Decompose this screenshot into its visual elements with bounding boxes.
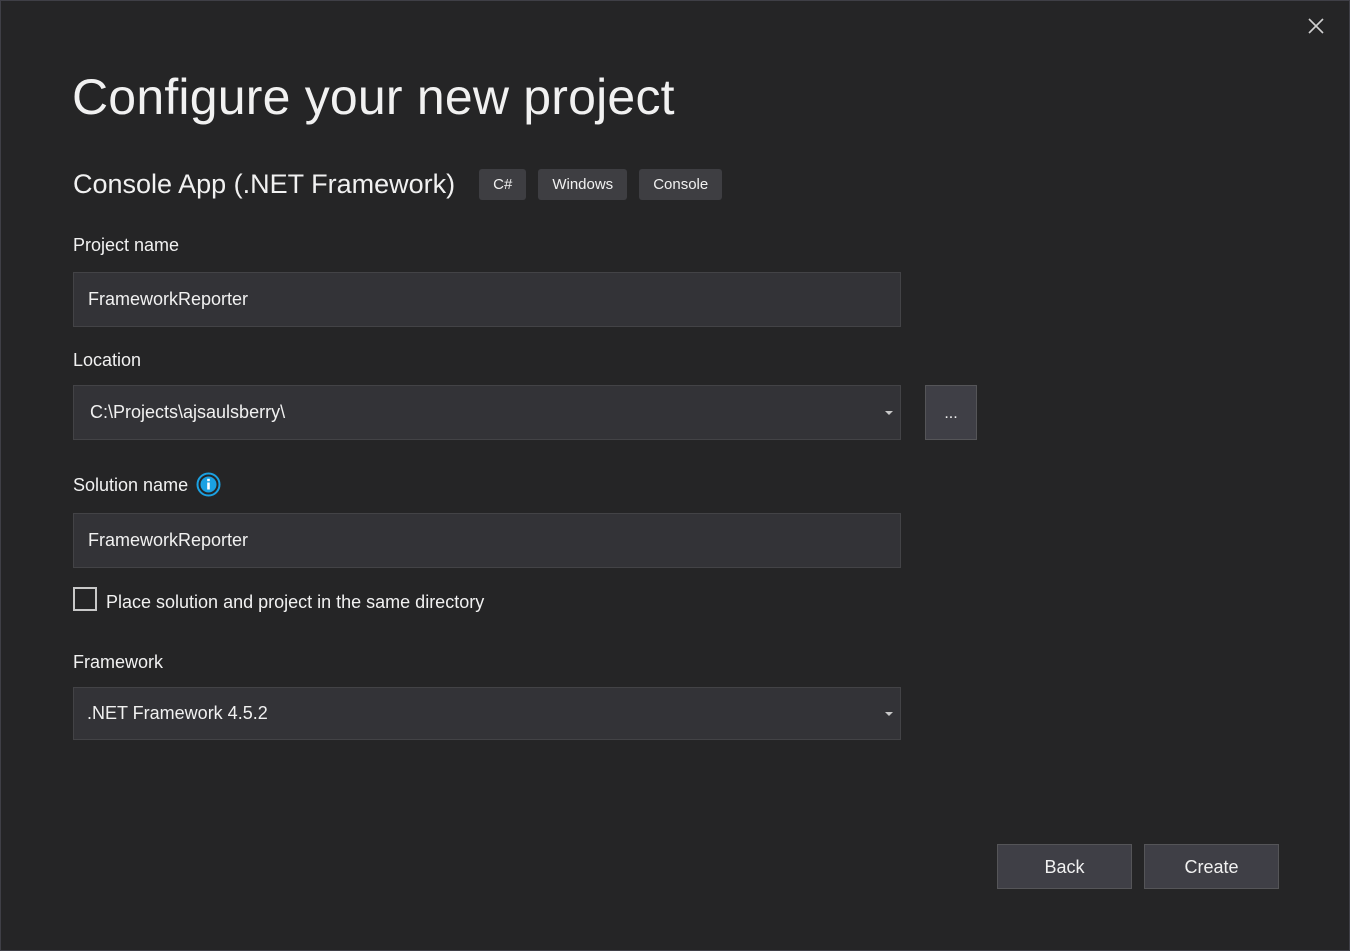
location-value: C:\Projects\ajsaulsberry\ — [90, 402, 286, 422]
framework-label: Framework — [73, 652, 164, 672]
chevron-down-icon — [885, 711, 893, 716]
same-directory-checkbox[interactable] — [73, 587, 97, 611]
back-button[interactable]: Back — [997, 844, 1132, 889]
tag-project-type: Console — [639, 168, 723, 200]
same-directory-label[interactable]: Place solution and project in the same d… — [106, 590, 484, 614]
close-button[interactable] — [1303, 13, 1329, 39]
tag-language: C# — [479, 168, 527, 200]
project-name-label: Project name — [73, 235, 180, 255]
solution-name-input[interactable] — [73, 513, 901, 568]
project-name-input[interactable] — [73, 272, 901, 327]
template-name: Console App (.NET Framework) — [73, 169, 456, 199]
browse-location-button[interactable]: ... — [925, 385, 977, 440]
framework-value: .NET Framework 4.5.2 — [87, 703, 268, 723]
framework-combobox[interactable]: .NET Framework 4.5.2 — [73, 687, 901, 740]
create-button[interactable]: Create — [1144, 844, 1279, 889]
solution-name-label: Solution name — [73, 475, 189, 495]
page-title: Configure your new project — [72, 69, 675, 125]
chevron-down-icon — [885, 410, 893, 415]
tag-platform: Windows — [538, 168, 628, 200]
info-icon[interactable] — [196, 472, 221, 497]
location-combobox[interactable]: C:\Projects\ajsaulsberry\ — [73, 385, 901, 440]
close-icon — [1308, 18, 1324, 34]
template-header: Console App (.NET Framework) C# Windows … — [73, 166, 734, 202]
location-label: Location — [73, 350, 142, 370]
